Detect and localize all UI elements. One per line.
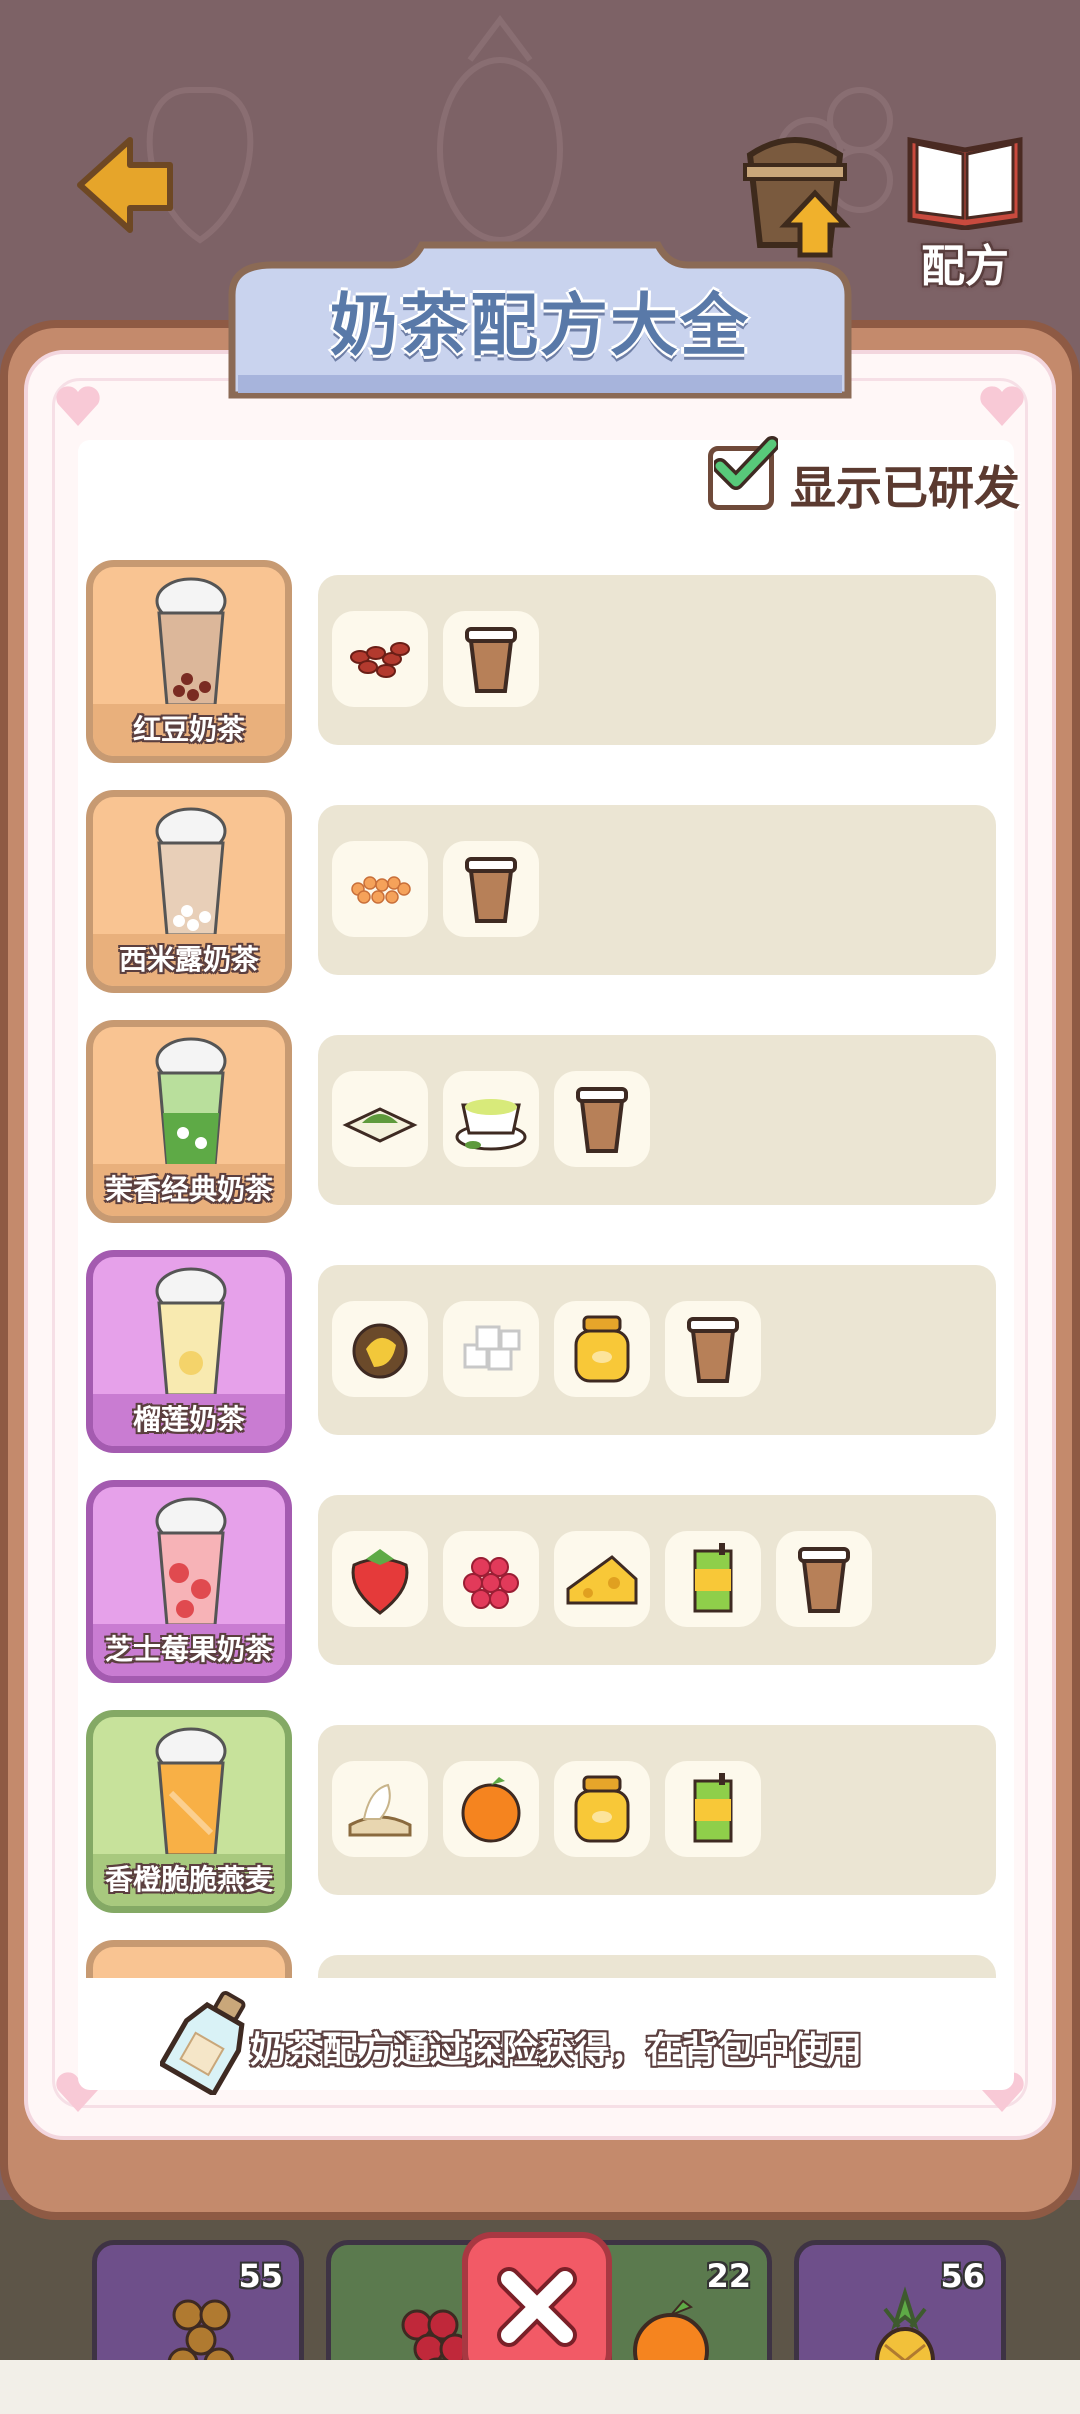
- recipe-row[interactable]: 香橙脆脆燕麦: [86, 1710, 1006, 1915]
- show-researched-label: 显示已研发: [790, 461, 1020, 515]
- message-bottle-icon: [160, 1991, 246, 2095]
- close-x-icon: [497, 2267, 577, 2347]
- ingredient-slot[interactable]: [443, 841, 539, 937]
- recipe-row[interactable]: 榴莲奶茶: [86, 1250, 1006, 1455]
- recipe-hint: 奶茶配方通过探险获得，在背包中使用: [160, 1985, 920, 2105]
- orange-oat-cup-icon: [155, 1727, 227, 1857]
- orange-icon: [461, 1777, 521, 1843]
- milk-tea-cup-icon: [465, 627, 517, 693]
- ingredient-slot[interactable]: [776, 1531, 872, 1627]
- drink-name: 芝士莓果奶茶: [104, 1633, 273, 1666]
- drink-card[interactable]: 西米露奶茶: [86, 790, 292, 993]
- juice-box-icon: [693, 1773, 733, 1843]
- panel-title: 奶茶配方大全: [329, 287, 750, 366]
- ingredient-slot[interactable]: [554, 1531, 650, 1627]
- recipe-book-button[interactable]: 配方: [900, 130, 1030, 292]
- milk-tea-cup-icon: [576, 1087, 628, 1153]
- bottom-shelf: [0, 2360, 1080, 2414]
- drink-card[interactable]: [86, 1940, 292, 1978]
- recipe-row[interactable]: 西米露奶茶: [86, 790, 1006, 995]
- ingredient-panel: [318, 575, 996, 745]
- recipe-list[interactable]: 红豆奶茶 西米露奶茶 茉香经典奶茶 榴莲奶茶 芝士莓果奶茶 香橙脆脆燕麦: [86, 560, 1006, 1978]
- ingredient-slot[interactable]: [443, 1071, 539, 1167]
- sugar-cubes-icon: [463, 1325, 521, 1371]
- red-bean-milk-tea-cup-icon: [155, 577, 227, 707]
- ingredient-panel: [318, 1265, 996, 1435]
- ingredient-panel: [318, 1955, 996, 1978]
- drink-name: 西米露奶茶: [118, 943, 259, 976]
- juice-box-icon: [693, 1543, 733, 1613]
- ingredient-panel: [318, 1725, 996, 1895]
- ingredient-slot[interactable]: [665, 1531, 761, 1627]
- drink-name: 茉香经典奶茶: [104, 1173, 273, 1206]
- ingredient-slot[interactable]: [443, 1761, 539, 1857]
- cheese-icon: [566, 1555, 638, 1605]
- sago-milk-tea-cup-icon: [155, 807, 227, 937]
- recipe-row[interactable]: 茉香经典奶茶: [86, 1020, 1006, 1225]
- green-tea-cup-icon: [455, 1099, 527, 1151]
- ingredient-slot[interactable]: [554, 1761, 650, 1857]
- honey-jar-icon: [574, 1775, 630, 1843]
- drink-card[interactable]: 榴莲奶茶: [86, 1250, 292, 1453]
- drink-card[interactable]: 香橙脆脆燕麦: [86, 1710, 292, 1913]
- milk-tea-cup-icon: [798, 1547, 850, 1613]
- honey-jar-icon: [574, 1315, 630, 1383]
- red-bean-icon: [350, 642, 410, 678]
- back-arrow-icon[interactable]: [70, 130, 180, 240]
- cheese-berry-milk-tea-cup-icon: [155, 1497, 227, 1627]
- ingredient-slot[interactable]: [332, 1531, 428, 1627]
- drink-name: 香橙脆脆燕麦: [104, 1863, 273, 1896]
- heart-icon: [56, 386, 100, 426]
- drink-name: 榴莲奶茶: [132, 1403, 245, 1436]
- durian-icon: [352, 1323, 408, 1379]
- ingredient-panel: [318, 1035, 996, 1205]
- matcha-powder-icon: [342, 1107, 418, 1143]
- drink-card[interactable]: 茉香经典奶茶: [86, 1020, 292, 1223]
- ingredient-slot[interactable]: [443, 611, 539, 707]
- show-researched-toggle[interactable]: 显示已研发: [708, 436, 1028, 515]
- recipe-row-partial[interactable]: [86, 1940, 1006, 1978]
- ingredient-panel: [318, 1495, 996, 1665]
- durian-milk-tea-cup-icon: [155, 1267, 227, 1397]
- open-book-icon: [907, 137, 1023, 230]
- recipe-button-label: 配方: [921, 241, 1009, 292]
- drink-card[interactable]: 芝士莓果奶茶: [86, 1480, 292, 1683]
- ingredient-slot[interactable]: [332, 1301, 428, 1397]
- recipe-row[interactable]: 红豆奶茶: [86, 560, 1006, 765]
- ingredient-panel: [318, 805, 996, 975]
- ingredient-slot[interactable]: [332, 611, 428, 707]
- checkmark-icon: [714, 436, 778, 490]
- ingredient-slot[interactable]: [332, 841, 428, 937]
- ingredient-slot[interactable]: [332, 1071, 428, 1167]
- milk-tea-cup-icon: [465, 857, 517, 923]
- ingredient-slot[interactable]: [443, 1301, 539, 1397]
- recipe-row[interactable]: 芝士莓果奶茶: [86, 1480, 1006, 1685]
- milk-tea-cup-icon: [687, 1317, 739, 1383]
- ingredient-slot[interactable]: [665, 1761, 761, 1857]
- ingredient-slot[interactable]: [332, 1761, 428, 1857]
- strawberry-icon: [351, 1549, 409, 1615]
- drink-name: 红豆奶茶: [132, 713, 245, 746]
- heart-icon: [980, 386, 1024, 426]
- ingredient-slot[interactable]: [665, 1301, 761, 1397]
- raspberry-icon: [463, 1557, 519, 1609]
- oat-icon: [348, 1783, 412, 1837]
- hint-text: 奶茶配方通过探险获得，在背包中使用: [250, 2030, 863, 2071]
- ingredient-slot[interactable]: [554, 1301, 650, 1397]
- ingredient-slot[interactable]: [554, 1071, 650, 1167]
- ingredient-slot[interactable]: [443, 1531, 539, 1627]
- sago-icon: [351, 876, 411, 904]
- jasmine-milk-tea-cup-icon: [155, 1037, 227, 1167]
- drink-card[interactable]: 红豆奶茶: [86, 560, 292, 763]
